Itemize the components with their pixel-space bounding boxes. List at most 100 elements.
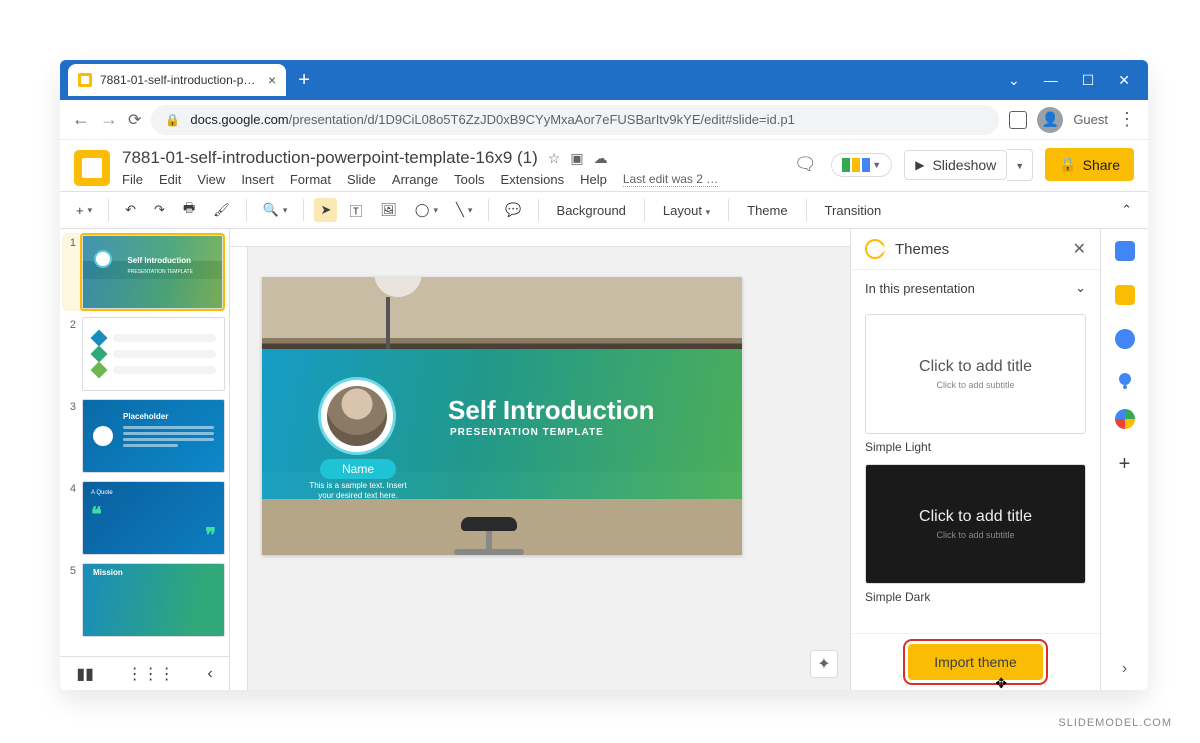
slideshow-button[interactable]: ▶ Slideshow [904, 150, 1007, 180]
palette-icon [865, 239, 885, 259]
side-panel: + › [1100, 229, 1148, 690]
new-slide-button[interactable]: +▾ [70, 199, 98, 222]
new-tab-button[interactable]: + [286, 64, 322, 96]
menu-bar: File Edit View Insert Format Slide Arran… [122, 172, 718, 187]
collapse-toolbar-icon[interactable]: ⌃ [1115, 198, 1138, 222]
slideshow-label: Slideshow [932, 157, 996, 173]
nav-back-icon[interactable]: ← [72, 109, 90, 130]
app-header: 7881-01-self-introduction-powerpoint-tem… [60, 140, 1148, 191]
paint-format-icon[interactable]: 🖌 [207, 198, 236, 222]
caret-down-icon: ▾ [706, 207, 711, 217]
theme-card-simple-light[interactable]: Click to add title Click to add subtitle [865, 314, 1086, 434]
thumbnail-2[interactable]: 2 [64, 317, 225, 391]
image-tool-icon[interactable]: 🖼 [374, 198, 403, 222]
url-text: docs.google.com/presentation/d/1D9CiL08o… [190, 112, 794, 127]
move-icon[interactable]: ▣ [570, 150, 583, 167]
nav-forward-icon[interactable]: → [100, 109, 118, 130]
maximize-icon[interactable]: ☐ [1082, 72, 1095, 89]
themes-panel-title: Themes [895, 241, 1063, 258]
menu-edit[interactable]: Edit [159, 172, 181, 187]
menu-view[interactable]: View [197, 172, 225, 187]
slideshow-dropdown[interactable]: ▼ [1007, 149, 1033, 181]
print-icon[interactable]: 🖶 [177, 195, 201, 225]
caret-down-icon: ▼ [1015, 161, 1024, 171]
meet-icon [862, 158, 870, 172]
last-edit-link[interactable]: Last edit was 2 … [623, 172, 718, 187]
menu-format[interactable]: Format [290, 172, 331, 187]
textbox-tool-icon[interactable]: 🅃 [343, 197, 368, 224]
layout-button[interactable]: Layout ▾ [655, 199, 718, 222]
shape-tool-icon[interactable]: ◯▾ [409, 198, 444, 222]
menu-slide[interactable]: Slide [347, 172, 376, 187]
ruler-vertical [230, 247, 248, 690]
add-addon-icon[interactable]: + [1119, 453, 1131, 476]
menu-insert[interactable]: Insert [241, 172, 274, 187]
ruler-horizontal [230, 229, 850, 247]
watermark: SLIDEMODEL.COM [1058, 717, 1172, 729]
background-button[interactable]: Background [549, 199, 634, 222]
tab-close-icon[interactable]: × [268, 72, 276, 88]
keep-icon[interactable] [1115, 285, 1135, 305]
menu-arrange[interactable]: Arrange [392, 172, 438, 187]
menu-file[interactable]: File [122, 172, 143, 187]
thumbnail-5[interactable]: 5 Mission [64, 563, 225, 637]
comments-icon[interactable]: 🗨 [791, 151, 819, 179]
menu-help[interactable]: Help [580, 172, 607, 187]
line-tool-icon[interactable]: ╲▾ [450, 198, 478, 222]
url-field[interactable]: 🔒 docs.google.com/presentation/d/1D9CiL0… [151, 105, 999, 135]
tasks-icon[interactable] [1115, 329, 1135, 349]
contacts-icon[interactable] [1119, 373, 1131, 385]
thumbnail-4[interactable]: 4 A Quote ❝❞ [64, 481, 225, 555]
minimize-icon[interactable]: ― [1044, 72, 1058, 88]
theme-name: Simple Dark [865, 590, 1086, 604]
theme-button[interactable]: Theme [739, 199, 795, 222]
close-panel-icon[interactable]: ✕ [1073, 239, 1086, 259]
browser-tab[interactable]: 7881-01-self-introduction-powe × [68, 64, 286, 96]
current-slide[interactable]: Name This is a sample text. Insert your … [262, 277, 742, 555]
menu-tools[interactable]: Tools [454, 172, 484, 187]
document-title[interactable]: 7881-01-self-introduction-powerpoint-tem… [122, 148, 538, 168]
themes-section-label: In this presentation [865, 281, 975, 296]
profile-avatar-icon[interactable]: 👤 [1037, 107, 1063, 133]
maps-icon[interactable] [1115, 409, 1135, 429]
meet-button[interactable]: ▼ [831, 153, 892, 177]
browser-menu-icon[interactable]: ⋮ [1118, 109, 1136, 130]
chevron-down-icon: ⌄ [1075, 280, 1086, 296]
tab-title: 7881-01-self-introduction-powe [100, 73, 260, 87]
theme-card-simple-dark[interactable]: Click to add title Click to add subtitle [865, 464, 1086, 584]
grid-view-icon[interactable]: ⋮⋮⋮ [127, 664, 175, 684]
close-window-icon[interactable]: ✕ [1118, 72, 1130, 89]
cursor-icon: ✥ [995, 675, 1007, 690]
cloud-saved-icon[interactable]: ☁ [594, 150, 608, 167]
select-tool-icon[interactable]: ➤ [314, 198, 337, 222]
import-theme-button[interactable]: Import theme [908, 644, 1042, 680]
share-button[interactable]: 🔒 Share [1045, 148, 1134, 181]
redo-icon[interactable]: ↷ [148, 198, 171, 222]
zoom-button[interactable]: 🔍▾ [257, 198, 294, 222]
sample-text: This is a sample text. Insert your desir… [308, 481, 408, 500]
collapse-panel-icon[interactable]: ‹ [207, 665, 212, 683]
filmstrip-view-icon[interactable]: ▮▮ [76, 664, 94, 684]
menu-extensions[interactable]: Extensions [501, 172, 565, 187]
chevron-down-icon[interactable]: ⌄ [1008, 72, 1020, 89]
comment-tool-icon[interactable]: 💬 [499, 198, 527, 222]
name-chip: Name [320, 459, 396, 479]
lock-icon: 🔒 [165, 113, 180, 127]
extensions-icon[interactable] [1009, 111, 1027, 129]
star-icon[interactable]: ☆ [548, 150, 561, 167]
thumbnail-1[interactable]: 1 Self Introduction PRESENTATION TEMPLAT… [62, 233, 225, 311]
explore-button[interactable]: ✦ [810, 650, 838, 678]
slides-logo-icon[interactable] [74, 150, 110, 186]
slide-thumbnails[interactable]: 1 Self Introduction PRESENTATION TEMPLAT… [60, 229, 230, 690]
themes-section-toggle[interactable]: In this presentation ⌄ [851, 270, 1100, 306]
undo-icon[interactable]: ↶ [119, 198, 142, 222]
hide-sidepanel-icon[interactable]: › [1122, 660, 1127, 690]
caret-down-icon: ▼ [872, 160, 881, 170]
reload-icon[interactable]: ⟳ [128, 110, 141, 130]
transition-button[interactable]: Transition [817, 199, 890, 222]
thumbnail-3[interactable]: 3 Placeholder [64, 399, 225, 473]
thumbnails-footer: ▮▮ ⋮⋮⋮ ‹ [60, 656, 229, 690]
calendar-icon[interactable] [1115, 241, 1135, 261]
slide-canvas[interactable]: Name This is a sample text. Insert your … [230, 229, 850, 690]
tab-strip: 7881-01-self-introduction-powe × + [60, 60, 322, 100]
